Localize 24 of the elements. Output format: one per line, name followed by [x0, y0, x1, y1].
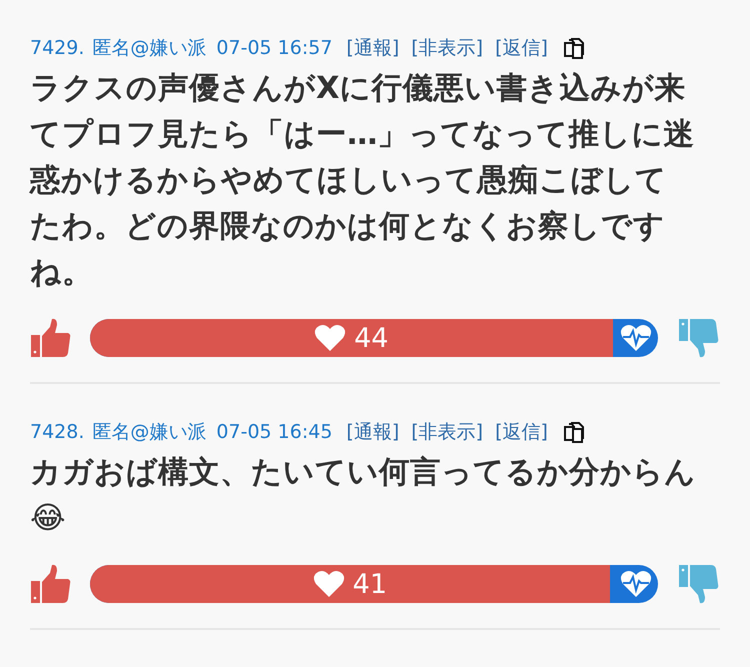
action-link[interactable]: [非表示]: [411, 419, 484, 445]
action-link[interactable]: [返信]: [495, 419, 548, 445]
post-number: 7429.: [30, 37, 84, 59]
thumbs-up-icon[interactable]: [30, 317, 72, 359]
heart-pulse-icon: [620, 569, 652, 599]
post-time: 07-05 16:45: [216, 421, 332, 443]
post-text: ラクスの声優さんがXに行儀悪い書き込みが来てプロフ見たら「はー…」ってなって推しに迷惑かけるからやめてほしいって愚痴こぼしてたわ。どの界隈なのかは何となくお察しですね。: [30, 70, 696, 292]
post-time: 07-05 16:57: [216, 37, 332, 59]
thumbs-down-icon[interactable]: [678, 563, 720, 605]
heart-icon: [312, 570, 345, 598]
like-count: 41: [352, 568, 388, 600]
heart-icon: [314, 324, 346, 352]
action-link[interactable]: [返信]: [495, 35, 548, 61]
thumbs-up-icon[interactable]: [30, 563, 72, 605]
author-name: 匿名@嫌い派: [92, 36, 206, 61]
action-link[interactable]: [通報]: [346, 35, 400, 61]
post-number: 7428.: [30, 421, 84, 443]
action-link[interactable]: [非表示]: [411, 35, 484, 61]
heart-pulse-icon: [620, 323, 652, 353]
action-link[interactable]: [通報]: [346, 419, 400, 445]
like-count: 44: [354, 322, 388, 354]
post-text: カガおば構文、たいてい何言ってるか分からん😂: [30, 454, 697, 538]
thumbs-down-icon[interactable]: [678, 317, 720, 359]
author-name: 匿名@嫌い派: [92, 420, 206, 445]
